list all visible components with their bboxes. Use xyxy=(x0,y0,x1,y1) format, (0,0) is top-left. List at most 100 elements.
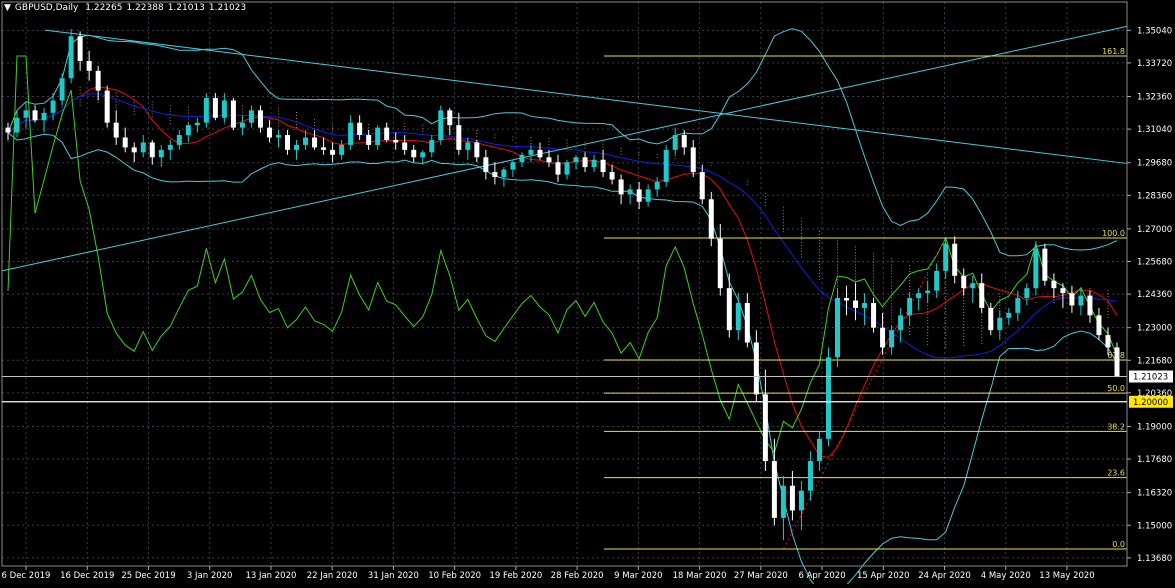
candles xyxy=(5,28,1120,541)
candle-body xyxy=(907,298,913,316)
candle-body xyxy=(1015,298,1021,313)
candle xyxy=(23,102,29,128)
candle xyxy=(140,135,146,158)
candle-body xyxy=(690,147,696,173)
x-tick-label: 15 Apr 2020 xyxy=(857,571,910,581)
candle xyxy=(321,137,327,155)
candle xyxy=(384,122,390,143)
fib-level-label: 161.8 xyxy=(1102,47,1125,56)
candle-body xyxy=(77,36,83,61)
candle-body xyxy=(961,275,967,289)
fib-level-label: 50.0 xyxy=(1107,384,1125,393)
x-tick-label: 9 Mar 2020 xyxy=(614,571,662,581)
candle-body xyxy=(167,144,173,150)
candle-body xyxy=(1060,288,1066,294)
candle xyxy=(411,144,417,163)
candle xyxy=(230,97,236,131)
candle xyxy=(853,283,859,321)
candle-body xyxy=(131,147,137,153)
candle-body xyxy=(321,147,327,150)
candle-body xyxy=(32,110,38,121)
y-tick-label: 1.27000 xyxy=(1137,225,1172,235)
price-chart[interactable]: ▼ GBPUSD,Daily 1.22265 1.22388 1.21013 1.210… xyxy=(0,0,1175,588)
candle xyxy=(970,275,976,303)
candle-body xyxy=(5,127,11,133)
fibonacci-levels[interactable]: 161.8100.061.850.038.223.60.0 xyxy=(604,47,1127,550)
candle-body xyxy=(1051,280,1057,289)
candle-body xyxy=(988,307,994,331)
candle-body xyxy=(1042,248,1048,281)
candle xyxy=(5,122,11,140)
y-tick-label: 1.29680 xyxy=(1137,159,1172,169)
candle-body xyxy=(185,125,191,136)
x-tick-label: 6 Apr 2020 xyxy=(798,571,845,581)
grid xyxy=(2,2,1127,566)
candle xyxy=(474,139,480,163)
y-tick-label: 1.28360 xyxy=(1137,191,1172,201)
candle-body xyxy=(771,461,777,518)
candle xyxy=(889,325,895,355)
dropdown-triangle-icon[interactable]: ▼ xyxy=(4,3,11,13)
candle xyxy=(735,293,741,341)
candle-body xyxy=(862,302,868,308)
candle xyxy=(32,105,38,123)
candle xyxy=(844,285,850,316)
candle-body xyxy=(303,137,309,145)
close-value: 1.21023 xyxy=(208,3,247,13)
candle-body xyxy=(627,189,633,195)
candle xyxy=(221,93,227,123)
chart-canvas[interactable]: 161.8100.061.850.038.223.60.0 1.350401.3… xyxy=(0,0,1175,588)
candle-body xyxy=(176,135,182,145)
candle-body xyxy=(889,330,895,348)
candle-body xyxy=(744,302,750,343)
candle xyxy=(167,139,173,160)
candle-body xyxy=(158,149,164,158)
candle-body xyxy=(59,78,65,101)
candle xyxy=(330,142,336,163)
candle-body xyxy=(248,110,254,123)
candle-body xyxy=(816,438,822,462)
candle xyxy=(131,142,137,163)
candle-body xyxy=(564,162,570,175)
candle-body xyxy=(275,135,281,138)
y-tick-label: 1.33720 xyxy=(1137,59,1172,69)
candle xyxy=(663,144,669,187)
candle xyxy=(880,312,886,355)
candle-body xyxy=(871,302,877,328)
open-value: 1.22265 xyxy=(85,3,123,13)
candle-body xyxy=(384,127,390,140)
candle-body xyxy=(943,243,949,271)
candle-body xyxy=(546,157,552,163)
candle-body xyxy=(239,122,245,128)
candle-body xyxy=(609,172,615,180)
candle-body xyxy=(510,162,516,170)
candle xyxy=(573,154,579,170)
candle xyxy=(952,236,958,284)
candle xyxy=(294,139,300,160)
candle-body xyxy=(122,137,128,148)
candle-body xyxy=(970,283,976,289)
y-tick-label: 1.24360 xyxy=(1137,290,1172,300)
candle xyxy=(925,280,931,303)
candle-body xyxy=(807,461,813,491)
candle xyxy=(943,238,949,279)
candle-body xyxy=(600,159,606,173)
candle xyxy=(780,475,786,541)
candle xyxy=(672,127,678,155)
candle xyxy=(77,31,83,71)
candle xyxy=(285,130,291,155)
candle xyxy=(366,130,372,150)
candle xyxy=(997,310,1003,341)
candle-body xyxy=(1114,347,1120,378)
candle-body xyxy=(1006,312,1012,318)
candle-body xyxy=(681,135,687,148)
candle-body xyxy=(952,243,958,276)
candle-body xyxy=(898,315,904,331)
candle-body xyxy=(780,485,786,518)
candle xyxy=(654,177,660,197)
candle xyxy=(275,130,281,148)
candle xyxy=(357,115,363,140)
candle-body xyxy=(104,90,110,123)
x-tick-label: 31 Jan 2020 xyxy=(368,571,419,581)
candle-body xyxy=(366,135,372,145)
